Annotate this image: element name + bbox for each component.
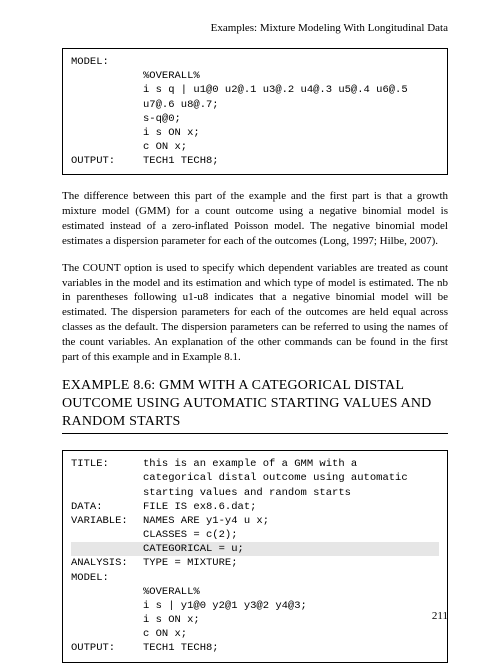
code-label: TITLE: [71, 457, 143, 471]
code-line: NAMES ARE y1-y4 u x; [143, 515, 269, 527]
code-block-1: MODEL: %OVERALL% i s q | u1@0 u2@.1 u3@.… [62, 48, 448, 175]
code-line: FILE IS ex8.6.dat; [143, 501, 256, 513]
code-line: i s ON x; [143, 614, 200, 626]
code-line: i s ON x; [143, 127, 200, 139]
code-line: this is an example of a GMM with a [143, 458, 357, 470]
code-line-highlighted: CATEGORICAL = u; [143, 543, 244, 555]
code-line: TECH1 TECH8; [143, 155, 219, 167]
code-label: VARIABLE: [71, 514, 143, 528]
page-header: Examples: Mixture Modeling With Longitud… [62, 22, 448, 34]
code-line: CLASSES = c(2); [143, 529, 238, 541]
code-line: i s q | u1@0 u2@.1 u3@.2 u4@.3 u5@.4 u6@… [143, 84, 408, 96]
code-line: c ON x; [143, 628, 187, 640]
code-line: i s | y1@0 y2@1 y3@2 y4@3; [143, 600, 307, 612]
code-line: categorical distal outcome using automat… [143, 472, 408, 484]
body-paragraph-1: The difference between this part of the … [62, 189, 448, 248]
code-line: s-q@0; [143, 113, 181, 125]
code-label: OUTPUT: [71, 154, 143, 168]
code-line: %OVERALL% [143, 586, 200, 598]
heading-rule [62, 433, 448, 434]
code-label: DATA: [71, 500, 143, 514]
code-label: ANALYSIS: [71, 556, 143, 570]
code-line: %OVERALL% [143, 70, 200, 82]
code-line: TECH1 TECH8; [143, 642, 219, 654]
code-label: MODEL: [71, 571, 143, 585]
code-line: starting values and random starts [143, 487, 351, 499]
code-label: OUTPUT: [71, 641, 143, 655]
page-number: 211 [432, 610, 448, 622]
code-label: MODEL: [71, 55, 143, 69]
code-line: u7@.6 u8@.7; [143, 99, 219, 111]
code-block-2: TITLE:this is an example of a GMM with a… [62, 450, 448, 662]
section-heading: EXAMPLE 8.6: GMM WITH A CATEGORICAL DIST… [62, 377, 448, 432]
code-line: c ON x; [143, 141, 187, 153]
body-paragraph-2: The COUNT option is used to specify whic… [62, 261, 448, 365]
code-line: TYPE = MIXTURE; [143, 557, 238, 569]
